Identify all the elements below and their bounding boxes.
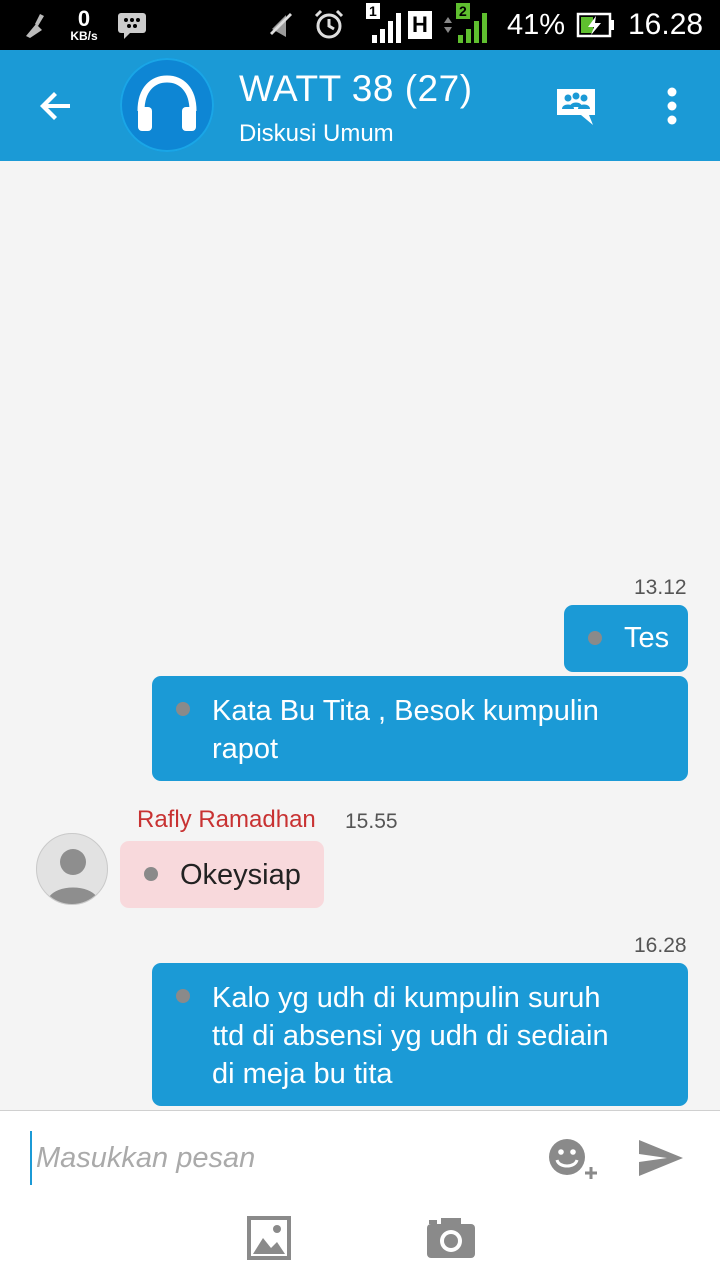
status-dot bbox=[176, 989, 190, 1003]
network-type-icon: H bbox=[408, 0, 432, 50]
net-speed: 0 KB/s bbox=[66, 0, 102, 50]
group-members-button[interactable] bbox=[548, 80, 604, 132]
battery-charging-icon bbox=[576, 0, 616, 50]
status-dot bbox=[176, 702, 190, 716]
more-options-button[interactable] bbox=[654, 80, 690, 132]
emoji-add-icon bbox=[549, 1139, 597, 1179]
message-bubble-outgoing[interactable]: Tes bbox=[564, 605, 688, 672]
status-bar: 0 KB/s 1 H 2 41% 16.28 bbox=[0, 0, 720, 50]
net-speed-value: 0 bbox=[77, 5, 91, 31]
message-text: Kalo yg udh di kumpulin suruh ttd di abs… bbox=[212, 982, 609, 1090]
bbm-icon bbox=[116, 0, 148, 50]
headphones-icon bbox=[137, 75, 197, 131]
group-chat-icon bbox=[557, 89, 595, 125]
signal-sim2-icon: 2 bbox=[442, 0, 492, 50]
message-text: Kata Bu Tita , Besok kumpulin rapot bbox=[212, 695, 599, 765]
back-button[interactable] bbox=[30, 80, 82, 132]
message-bubble-incoming[interactable]: Okeysiap bbox=[120, 841, 324, 908]
clock: 16.28 bbox=[628, 8, 704, 41]
sender-name[interactable]: Rafly Ramadhan bbox=[137, 806, 316, 834]
group-avatar[interactable] bbox=[120, 58, 214, 152]
cleaner-icon bbox=[22, 0, 52, 50]
message-composer bbox=[0, 1110, 720, 1281]
mute-icon bbox=[266, 0, 298, 50]
contact-avatar[interactable] bbox=[36, 833, 108, 905]
more-vert-icon bbox=[667, 87, 677, 125]
message-time: 16.28 bbox=[634, 934, 687, 957]
alarm-icon bbox=[312, 0, 346, 50]
emoji-button[interactable] bbox=[546, 1133, 604, 1185]
message-input[interactable] bbox=[30, 1131, 536, 1185]
battery-percent: 41% bbox=[507, 8, 566, 41]
image-icon bbox=[247, 1216, 291, 1260]
message-text: Okeysiap bbox=[180, 859, 301, 891]
camera-button[interactable] bbox=[424, 1215, 478, 1261]
status-dot bbox=[588, 631, 602, 645]
attach-image-button[interactable] bbox=[246, 1215, 292, 1261]
camera-icon bbox=[427, 1218, 475, 1258]
message-bubble-outgoing[interactable]: Kata Bu Tita , Besok kumpulin rapot bbox=[152, 676, 688, 781]
message-time: 15.55 bbox=[345, 810, 398, 833]
app-bar: WATT 38 (27) Diskusi Umum bbox=[0, 50, 720, 161]
net-speed-unit: KB/s bbox=[70, 28, 98, 43]
message-time: 13.12 bbox=[634, 576, 687, 599]
network-type: H bbox=[408, 11, 432, 39]
message-text: Tes bbox=[624, 622, 670, 654]
chat-subtitle[interactable]: Diskusi Umum bbox=[239, 120, 394, 148]
send-button[interactable] bbox=[634, 1133, 688, 1183]
signal-sim1-icon: 1 bbox=[366, 0, 402, 50]
status-dot bbox=[144, 867, 158, 881]
message-bubble-outgoing[interactable]: Kalo yg udh di kumpulin suruh ttd di abs… bbox=[152, 963, 688, 1106]
chat-title[interactable]: WATT 38 (27) bbox=[239, 68, 473, 110]
send-icon bbox=[639, 1140, 683, 1176]
default-avatar-icon bbox=[47, 849, 99, 904]
arrow-left-icon bbox=[40, 92, 70, 120]
